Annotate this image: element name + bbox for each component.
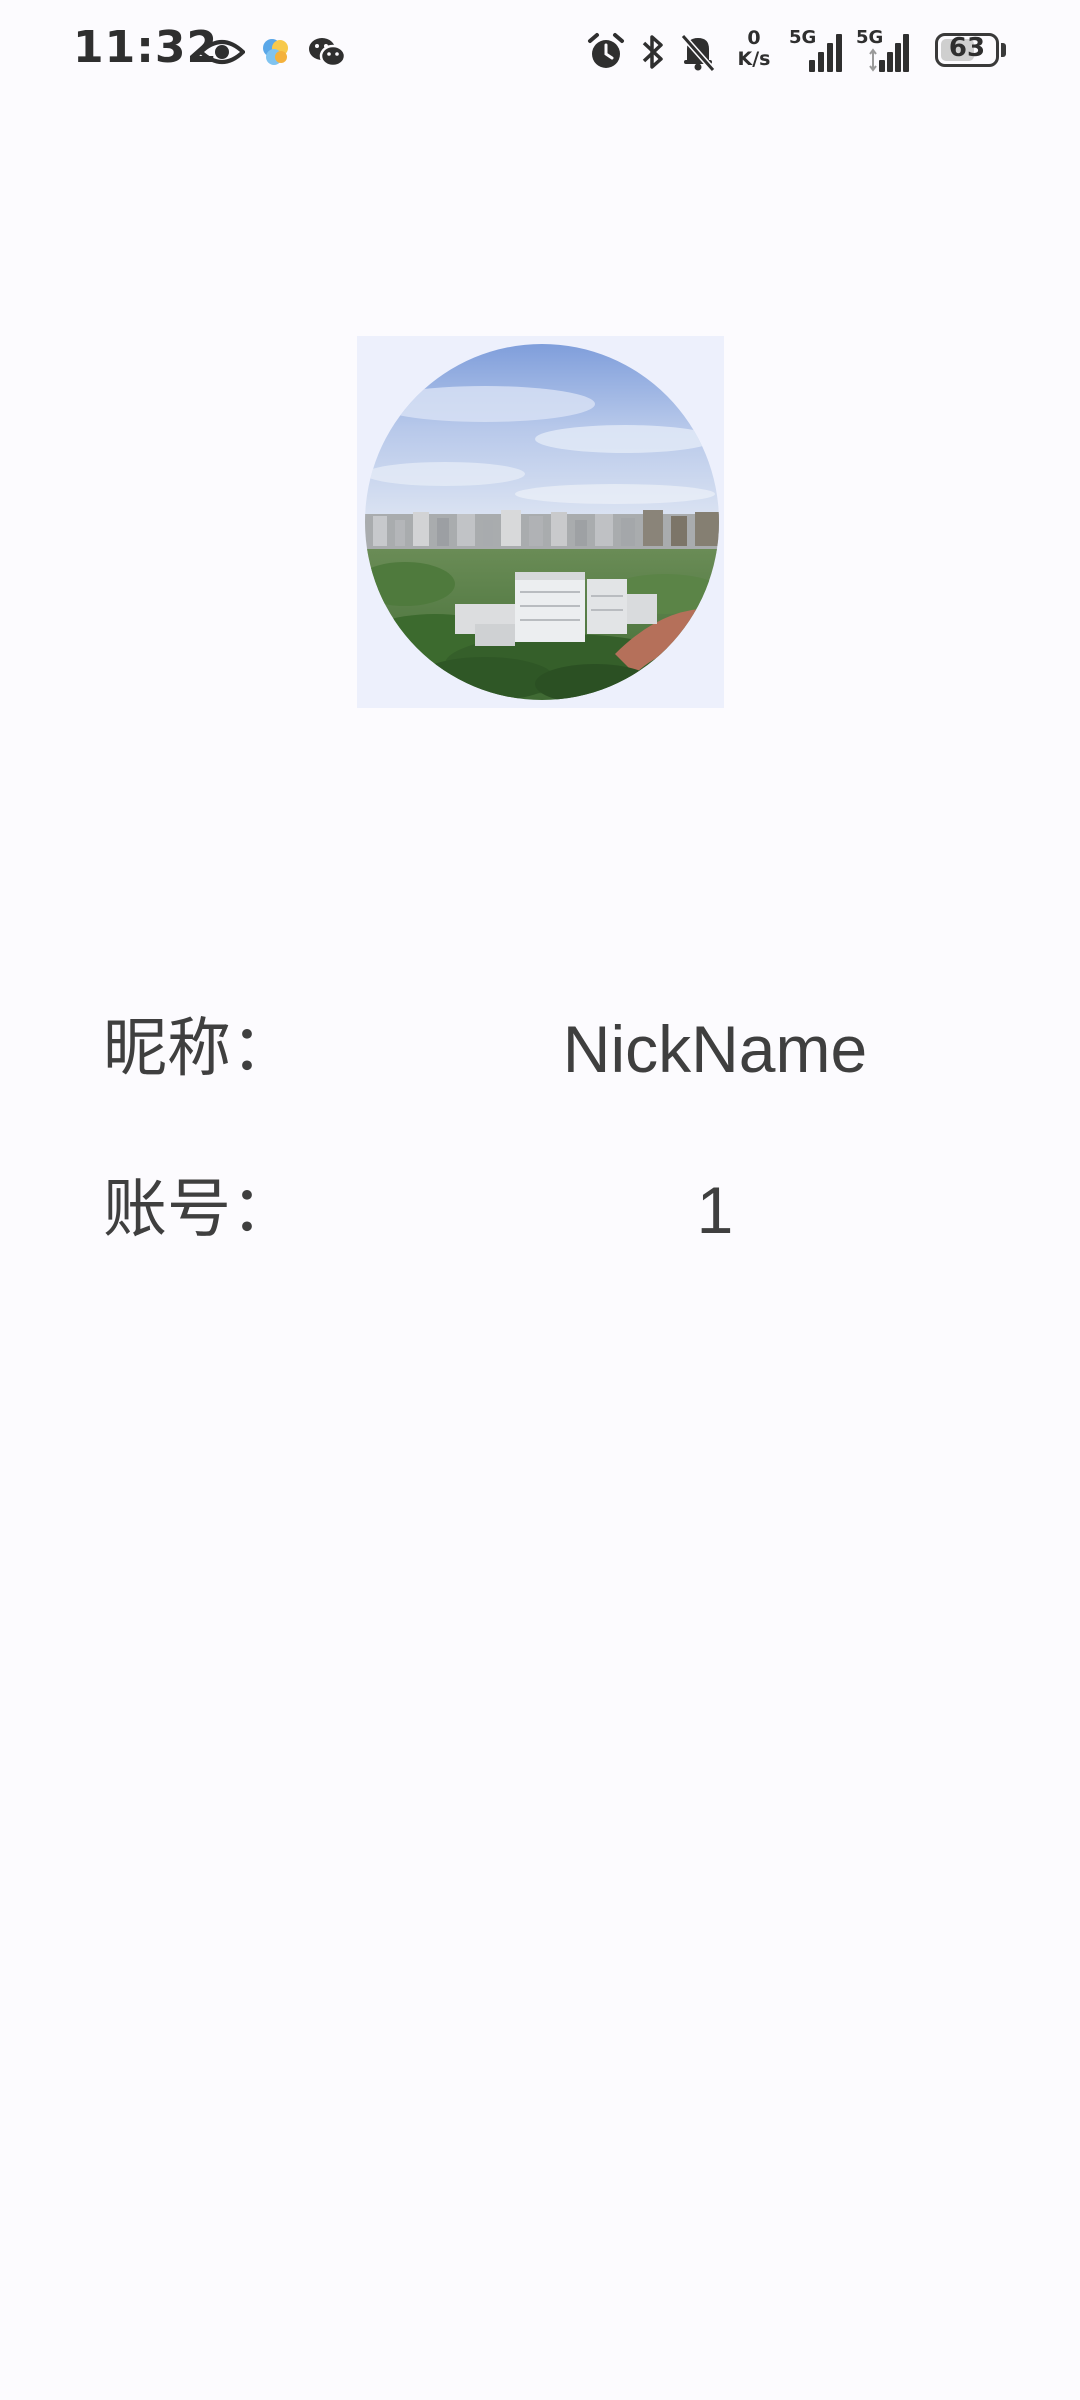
eye-icon xyxy=(198,28,246,76)
bluetooth-icon xyxy=(636,28,670,76)
status-time: 11:32 xyxy=(73,22,219,73)
avatar-container[interactable] xyxy=(357,336,724,708)
net-speed-value: 0 xyxy=(747,27,761,49)
nickname-row: 昵称： NickName xyxy=(0,994,1080,1104)
avatar-photo xyxy=(365,344,719,700)
mute-bell-icon xyxy=(678,28,718,76)
avatar[interactable] xyxy=(365,344,719,700)
net-speed-indicator: 0 K/s xyxy=(730,28,778,70)
net-speed-unit: K/s xyxy=(737,48,771,70)
account-row: 账号： 1 xyxy=(0,1155,1080,1265)
wechat-icon xyxy=(306,28,348,76)
account-label: 账号： xyxy=(103,1173,295,1247)
battery-icon: 63 xyxy=(935,33,999,67)
nickname-label: 昵称： xyxy=(103,1012,295,1086)
account-value[interactable]: 1 xyxy=(480,1155,950,1265)
nickname-value[interactable]: NickName xyxy=(480,994,950,1104)
signal-1-icon xyxy=(798,28,846,76)
battery-level-text: 63 xyxy=(948,33,986,63)
battery-tip xyxy=(1001,43,1006,57)
signal-2-icon xyxy=(866,28,914,76)
status-bar: 11:32 0 K/s 5G 5G 63 xyxy=(0,0,1080,104)
alarm-icon xyxy=(585,28,627,76)
app-notification-icon xyxy=(258,28,294,76)
